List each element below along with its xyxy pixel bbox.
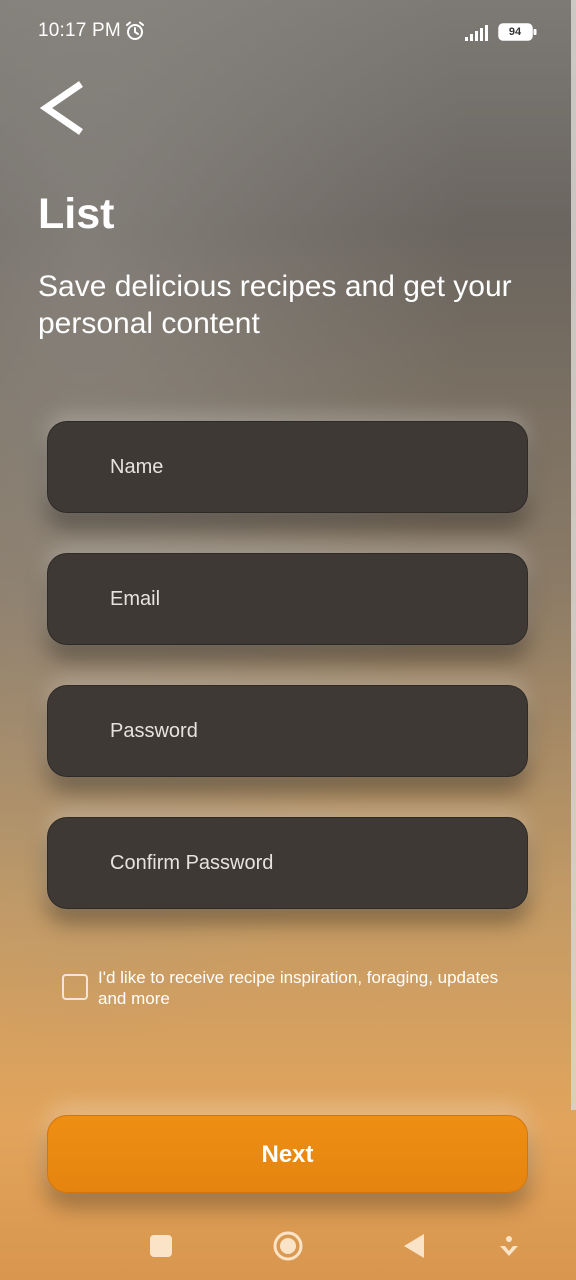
alarm-icon <box>126 21 144 40</box>
assist-icon[interactable] <box>498 1234 520 1258</box>
status-bar: 10:17 PM 94 <box>0 0 576 64</box>
email-field-container <box>47 553 528 645</box>
side-edge-bar <box>571 0 576 1110</box>
name-field-container <box>47 421 528 513</box>
nav-back-icon[interactable] <box>402 1232 426 1260</box>
next-button[interactable]: Next <box>47 1115 528 1193</box>
password-field-container <box>47 685 528 777</box>
signal-icon <box>465 25 488 41</box>
page-title: List <box>38 190 115 238</box>
chevron-left-icon <box>39 81 83 135</box>
confirm-password-input[interactable] <box>48 818 527 908</box>
password-input[interactable] <box>48 686 527 776</box>
back-button[interactable] <box>36 78 92 138</box>
confirm-password-field-container <box>47 817 528 909</box>
page-subtitle: Save delicious recipes and get your pers… <box>38 270 512 340</box>
status-time: 10:17 PM <box>38 20 121 41</box>
home-icon[interactable] <box>272 1230 304 1262</box>
email-input[interactable] <box>48 554 527 644</box>
consent-checkbox[interactable] <box>62 974 88 1000</box>
system-nav-bar <box>0 1210 576 1280</box>
consent-label: I'd like to receive recipe inspiration, … <box>98 968 499 1008</box>
recent-apps-icon[interactable] <box>150 1235 172 1257</box>
battery-level: 94 <box>508 26 522 38</box>
name-input[interactable] <box>48 422 527 512</box>
